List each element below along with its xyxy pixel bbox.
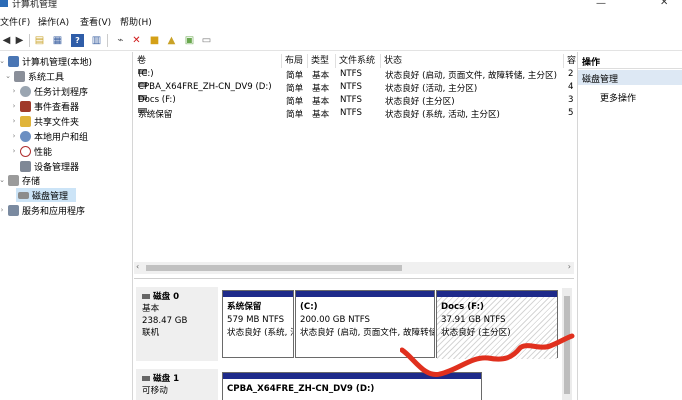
scroll-left-icon[interactable]: ‹ bbox=[136, 262, 139, 271]
column-layout[interactable]: 布局 bbox=[282, 54, 308, 68]
folder-icon[interactable]: ■ bbox=[148, 34, 161, 47]
tools-icon bbox=[14, 70, 25, 82]
tree-item-shared-folders[interactable]: › 共享文件夹 bbox=[10, 114, 79, 128]
volume-list: 卷 布局 类型 文件系统 状态 容 (C:) 简单 基本 NTFS 状态良好 (… bbox=[134, 52, 576, 278]
back-arrow-icon[interactable]: ◀ bbox=[0, 34, 13, 47]
users-icon bbox=[20, 130, 31, 142]
removable-disk-icon bbox=[142, 376, 150, 381]
computer-icon bbox=[8, 55, 19, 67]
tree-root[interactable]: ⌄ 计算机管理(本地) bbox=[0, 54, 92, 68]
delete-icon[interactable]: ✕ bbox=[130, 34, 143, 47]
horizontal-scrollbar[interactable]: ‹ › bbox=[134, 262, 574, 274]
tree-item-task-scheduler[interactable]: › 任务计划程序 bbox=[10, 84, 88, 98]
minimize-button[interactable]: — bbox=[596, 0, 606, 9]
volume-row[interactable]: (C:) 简单 基本 NTFS 状态良好 (启动, 页面文件, 故障转储, 主分… bbox=[134, 69, 574, 82]
storage-icon bbox=[8, 174, 19, 186]
tree-item-storage[interactable]: ⌄ 存储 bbox=[0, 173, 40, 187]
tree-item-device-manager[interactable]: 设备管理器 bbox=[18, 159, 79, 173]
close-button[interactable]: ✕ bbox=[660, 0, 668, 8]
new-icon[interactable]: ▲ bbox=[165, 34, 178, 47]
toolbar: ◀ ▶ ▤ ▦ ? ▥ ⌁ ✕ ■ ▲ ▣ ▭ bbox=[0, 30, 682, 51]
list-icon[interactable]: ▭ bbox=[200, 34, 213, 47]
column-status[interactable]: 状态 bbox=[381, 54, 564, 68]
refresh-icon[interactable]: ▣ bbox=[183, 34, 196, 47]
menu-action[interactable]: 操作(A) bbox=[38, 15, 69, 28]
volume-row[interactable]: 系统保留 简单 基本 NTFS 状态良好 (系统, 活动, 主分区) 5 bbox=[134, 108, 574, 121]
more-actions-link[interactable]: 更多操作 bbox=[600, 91, 636, 104]
menu-view[interactable]: 查看(V) bbox=[80, 15, 111, 28]
disk-0-label[interactable]: 磁盘 0 基本 238.47 GB 联机 bbox=[136, 287, 218, 361]
tree-item-event-viewer[interactable]: › 事件查看器 bbox=[10, 99, 79, 113]
tree-item-performance[interactable]: › 性能 bbox=[10, 144, 52, 158]
window-title: 计算机管理 bbox=[12, 0, 58, 10]
column-capacity[interactable]: 容 bbox=[564, 54, 576, 68]
services-icon bbox=[8, 204, 19, 216]
scroll-right-icon[interactable]: › bbox=[568, 262, 571, 271]
connect-icon[interactable]: ⌁ bbox=[114, 34, 127, 47]
red-annotation-stroke bbox=[400, 333, 575, 377]
tree-item-system-tools[interactable]: ⌄ 系统工具 bbox=[4, 69, 64, 83]
disk-icon bbox=[18, 191, 29, 199]
actions-header: 操作 bbox=[578, 52, 682, 69]
event-log-icon bbox=[20, 100, 31, 112]
tree-item-disk-management[interactable]: 磁盘管理 bbox=[16, 188, 76, 202]
title-bar: 计算机管理 — ✕ bbox=[0, 0, 682, 10]
tree-item-local-users[interactable]: › 本地用户和组 bbox=[10, 129, 88, 143]
actions-pane: 操作 磁盘管理 更多操作 bbox=[577, 52, 682, 400]
column-filesystem[interactable]: 文件系统 bbox=[336, 54, 381, 68]
up-folder-icon[interactable]: ▤ bbox=[33, 34, 46, 47]
performance-icon bbox=[20, 145, 31, 157]
shared-folder-icon bbox=[20, 115, 31, 127]
clock-icon bbox=[20, 85, 31, 97]
disk-1-label[interactable]: 磁盘 1 可移动 bbox=[136, 369, 218, 400]
actions-section[interactable]: 磁盘管理 bbox=[578, 70, 682, 85]
show-pane-icon[interactable]: ▥ bbox=[90, 34, 103, 47]
disk-icon bbox=[142, 294, 150, 299]
volume-row[interactable]: Docs (F:) 简单 基本 NTFS 状态良好 (主分区) 3 bbox=[134, 95, 574, 108]
forward-arrow-icon[interactable]: ▶ bbox=[13, 34, 26, 47]
volume-row[interactable]: CPBA_X64FRE_ZH-CN_DV9 (D:) 简单 基本 NTFS 状态… bbox=[134, 82, 574, 95]
column-type[interactable]: 类型 bbox=[308, 54, 336, 68]
partition-system-reserved[interactable]: 系统保留 579 MB NTFS 状态良好 (系统, 活动, 主分区) bbox=[222, 290, 294, 358]
menu-help[interactable]: 帮助(H) bbox=[120, 15, 152, 28]
app-icon bbox=[0, 0, 8, 7]
tree-item-services[interactable]: › 服务和应用程序 bbox=[0, 203, 85, 217]
device-manager-icon bbox=[20, 160, 31, 172]
help-icon[interactable]: ? bbox=[71, 34, 84, 47]
menu-file[interactable]: 文件(F) bbox=[0, 15, 30, 28]
navigation-tree: ⌄ 计算机管理(本地) ⌄ 系统工具 › 任务计划程序 › 事件查看器 › 共享… bbox=[0, 52, 133, 400]
column-volume[interactable]: 卷 bbox=[134, 54, 282, 68]
properties-icon[interactable]: ▦ bbox=[51, 34, 64, 47]
menu-bar: 文件(F) 操作(A) 查看(V) 帮助(H) bbox=[0, 12, 682, 30]
